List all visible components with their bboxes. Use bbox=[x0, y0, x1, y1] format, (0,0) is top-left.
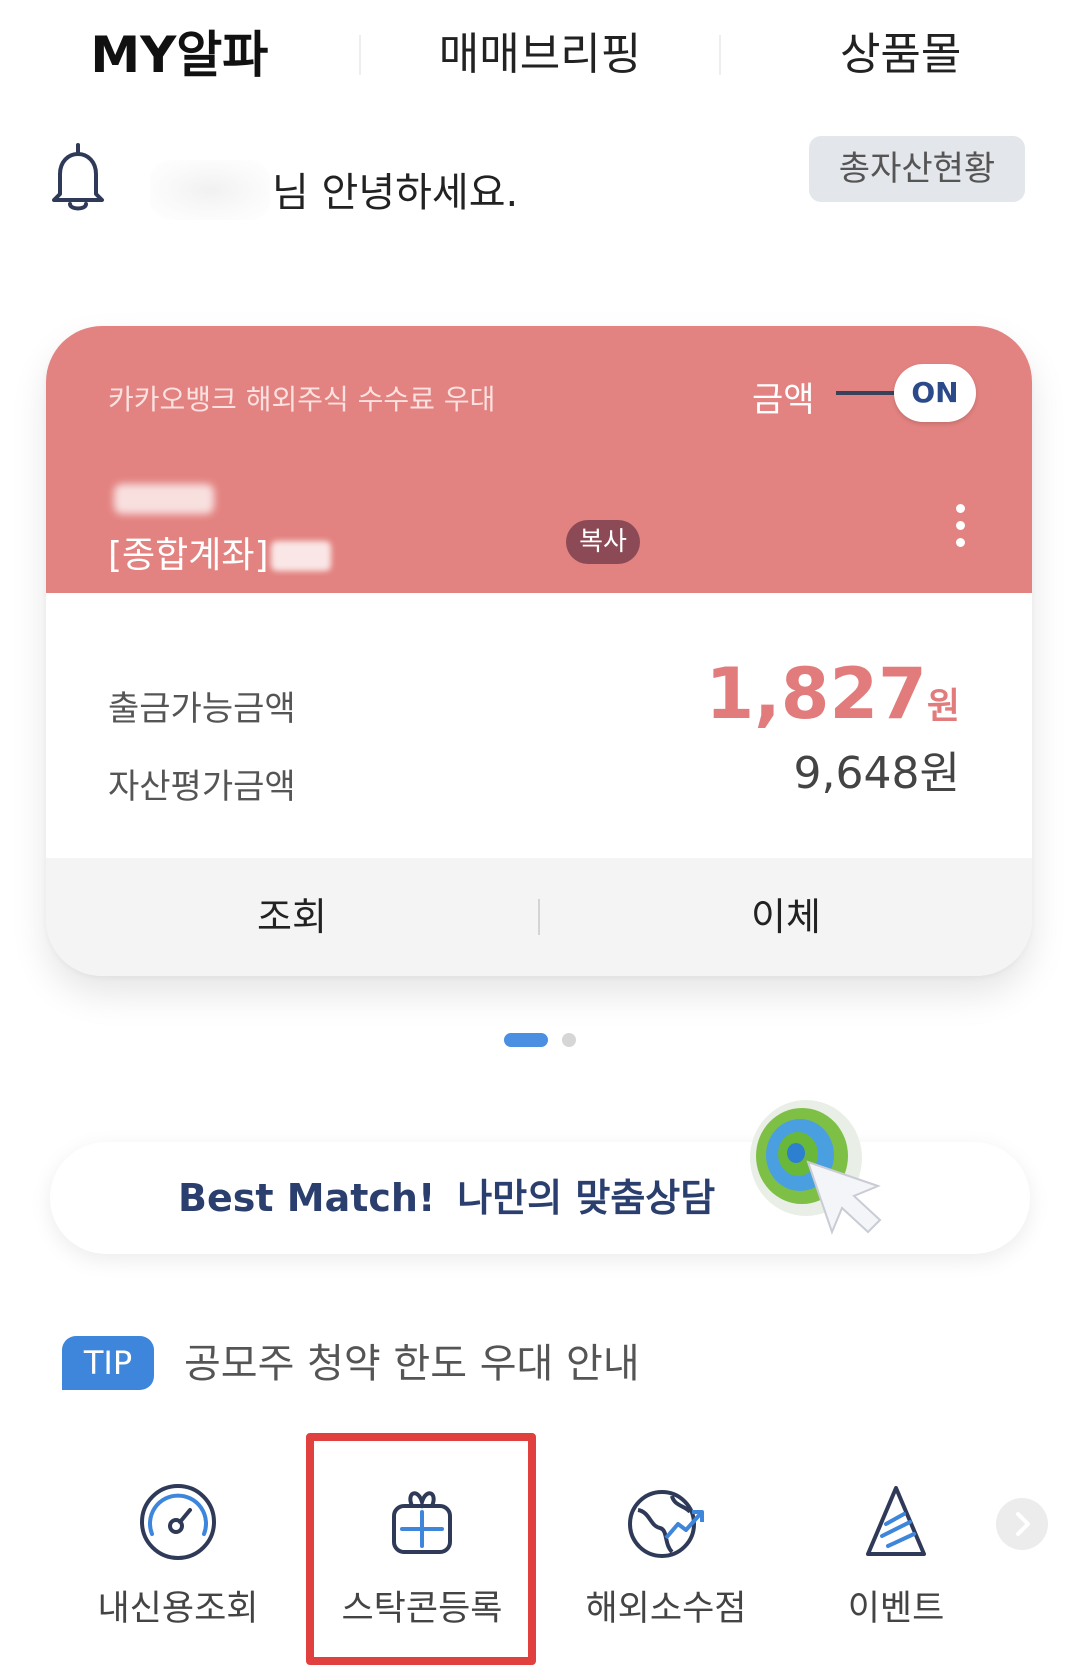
available-unit: 원 bbox=[926, 686, 960, 727]
masked-username bbox=[150, 160, 270, 220]
target-icon bbox=[750, 1100, 882, 1235]
quick-label: 내신용조회 bbox=[97, 1589, 259, 1629]
account-card: 카카오뱅크 해외주식 수수료 우대 금액 ON [종합계좌] 복사 출금가능금액… bbox=[46, 326, 1032, 976]
tip-text: 공모주 청약 한도 우대 안내 bbox=[184, 1341, 640, 1387]
pager-dot-active[interactable] bbox=[504, 1033, 548, 1047]
pager-dot[interactable] bbox=[562, 1033, 576, 1047]
available-value: 1,827 bbox=[705, 653, 927, 735]
quick-event[interactable]: 이벤트 bbox=[786, 1440, 1006, 1640]
tab-trade-briefing[interactable]: 매매브리핑 bbox=[361, 0, 720, 110]
bell-icon[interactable] bbox=[48, 142, 108, 214]
greeting-row: 님 안녕하세요. 총자산현황 bbox=[0, 130, 1080, 240]
amount-toggle-label: 금액 bbox=[752, 380, 815, 420]
banner-en: Best Match! bbox=[178, 1176, 436, 1220]
inquiry-button[interactable]: 조회 bbox=[46, 858, 538, 976]
tab-my-alpha[interactable]: MY알파 bbox=[0, 0, 359, 110]
quick-label: 이벤트 bbox=[847, 1589, 945, 1629]
banner-text: Best Match! 나만의 맞춤상담 bbox=[178, 1142, 715, 1254]
card-pager bbox=[0, 1030, 1080, 1050]
chevron-right-icon[interactable] bbox=[996, 1498, 1048, 1550]
amount-toggle[interactable]: ON bbox=[894, 364, 976, 422]
top-tab-bar: MY알파 매매브리핑 상품몰 bbox=[0, 0, 1080, 110]
account-actions: 조회 이체 bbox=[46, 858, 1032, 976]
masked-account-name bbox=[114, 484, 214, 514]
quick-menu: 내신용조회 스탁콘등록 해외소수점 이벤트 bbox=[0, 1440, 1080, 1667]
copy-button[interactable]: 복사 bbox=[566, 520, 640, 564]
tip-badge: TIP bbox=[62, 1336, 154, 1390]
quick-label: 해외소수점 bbox=[585, 1589, 747, 1629]
total-asset-button[interactable]: 총자산현황 bbox=[809, 136, 1025, 202]
banner-kr: 나만의 맞춤상담 bbox=[457, 1176, 716, 1220]
account-card-header: 카카오뱅크 해외주식 수수료 우대 금액 ON [종합계좌] 복사 bbox=[46, 326, 1032, 593]
masked-account-number bbox=[271, 541, 331, 571]
globe-chart-icon bbox=[628, 1490, 704, 1558]
gauge-icon bbox=[140, 1484, 216, 1560]
asset-label: 자산평가금액 bbox=[108, 767, 296, 807]
greeting-text: 님 안녕하세요. bbox=[272, 170, 519, 216]
quick-credit-check[interactable]: 내신용조회 bbox=[68, 1440, 288, 1640]
tab-product-mall[interactable]: 상품몰 bbox=[721, 0, 1080, 110]
more-vertical-icon[interactable] bbox=[954, 504, 966, 556]
available-amount: 1,827원 bbox=[705, 653, 960, 735]
account-balance-section: 출금가능금액 자산평가금액 1,827원 9,648원 bbox=[46, 593, 1032, 858]
best-match-banner[interactable]: Best Match! 나만의 맞춤상담 bbox=[50, 1100, 1030, 1254]
available-label: 출금가능금액 bbox=[108, 689, 296, 729]
quick-overseas-fractional[interactable]: 해외소수점 bbox=[556, 1440, 776, 1640]
promo-text: 카카오뱅크 해외주식 수수료 우대 bbox=[108, 383, 496, 416]
party-hat-icon bbox=[866, 1486, 926, 1556]
highlight-box bbox=[306, 1433, 536, 1665]
asset-amount: 9,648원 bbox=[793, 748, 960, 799]
transfer-button[interactable]: 이체 bbox=[540, 858, 1032, 976]
account-type-label: [종합계좌] bbox=[108, 535, 269, 576]
